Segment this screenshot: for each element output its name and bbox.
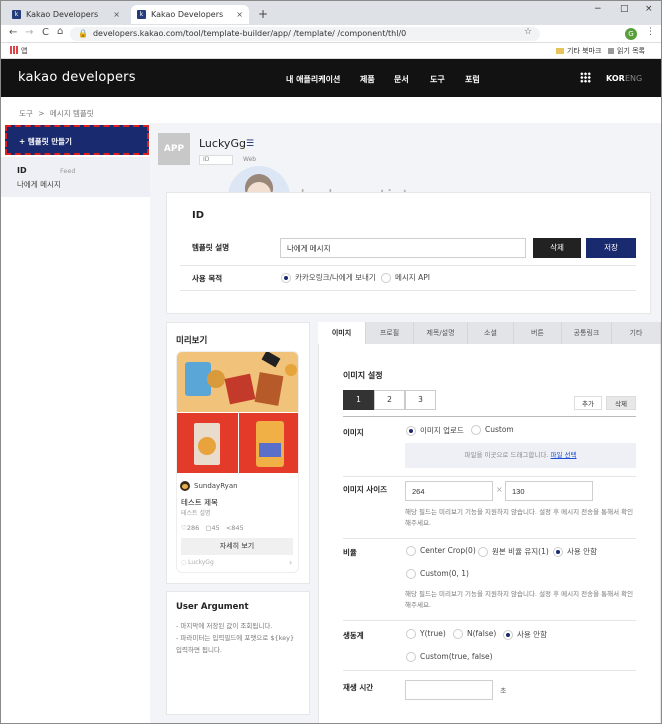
window-frame bbox=[0, 0, 662, 724]
